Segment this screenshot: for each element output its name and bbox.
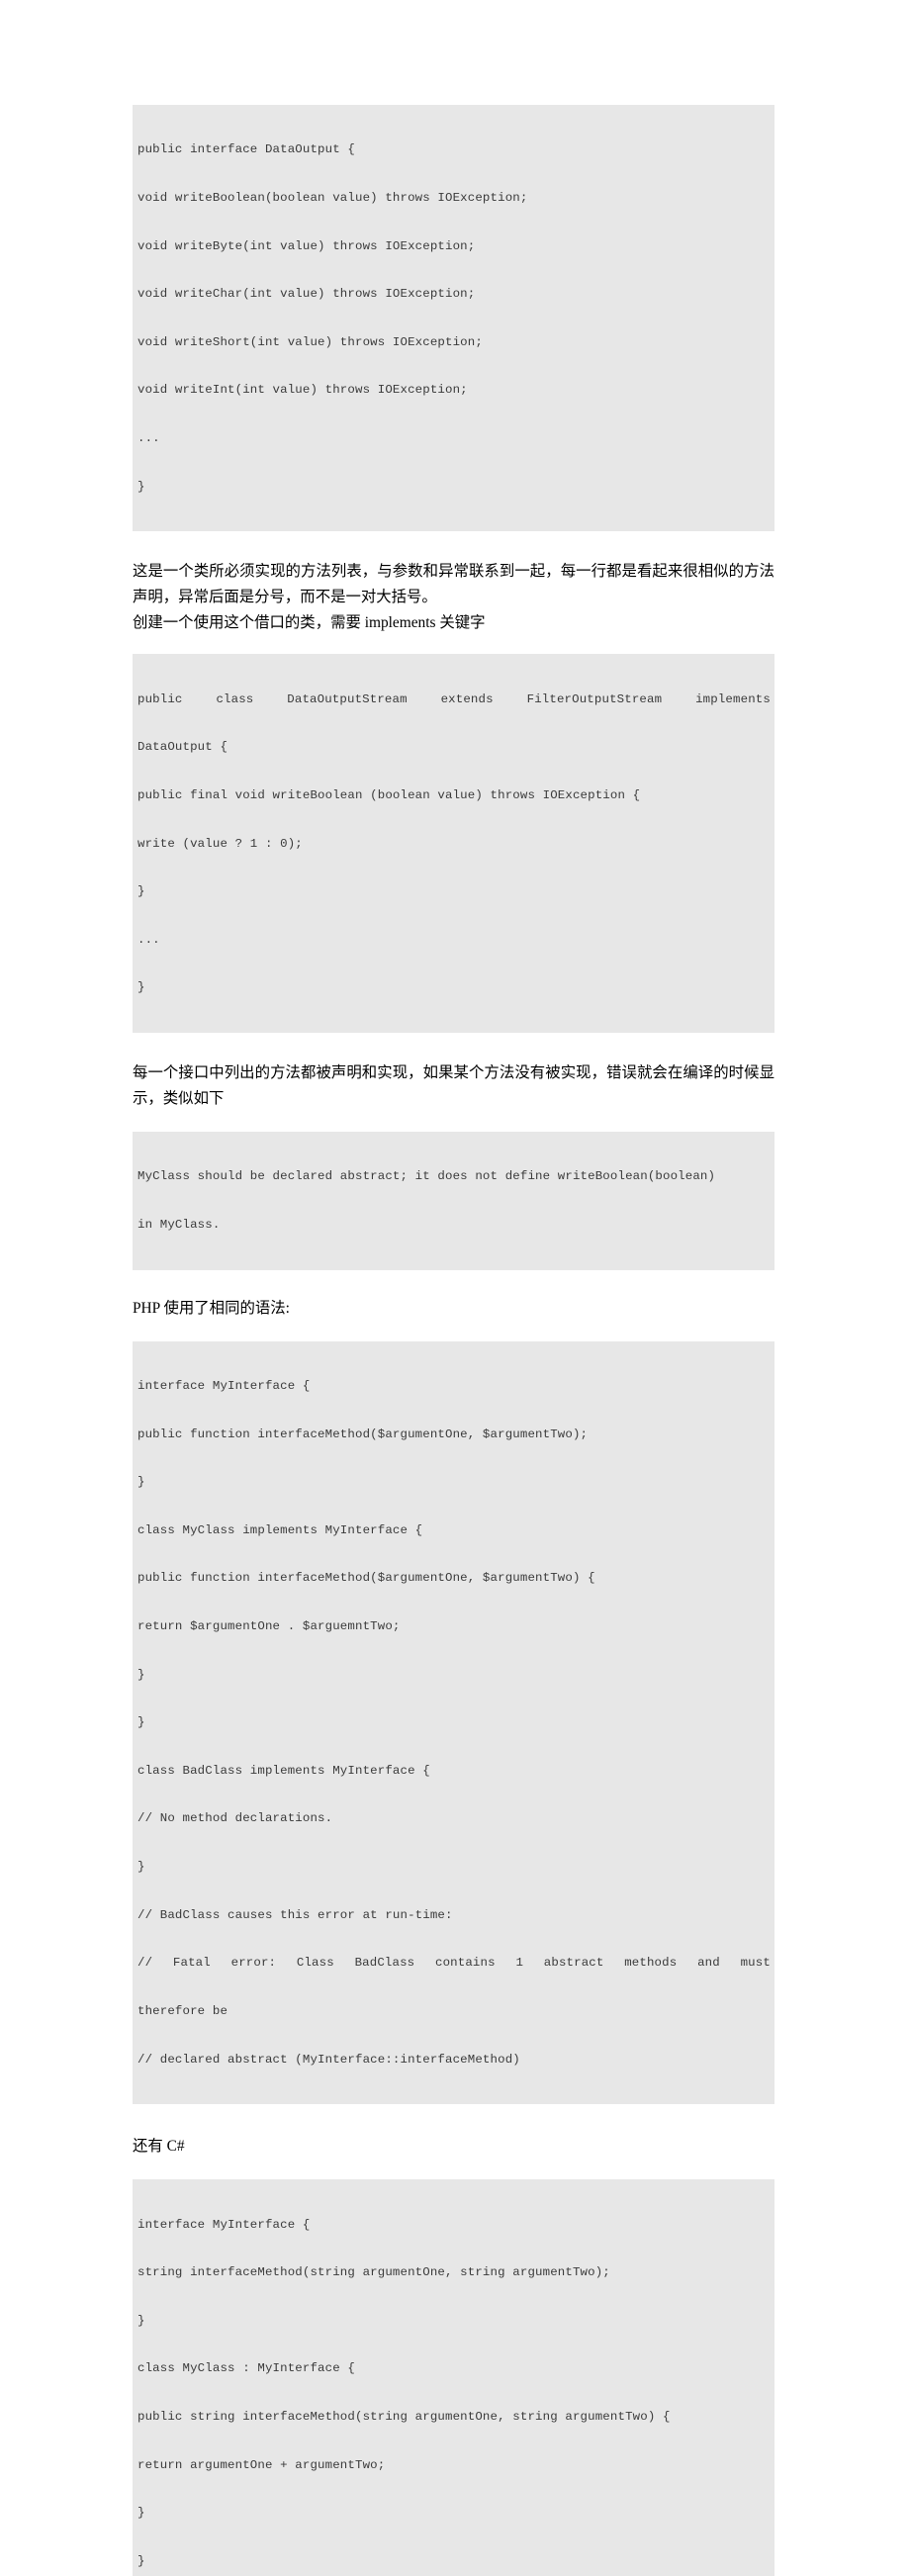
code-block-java-implementation: public class DataOutputStream extends Fi… <box>133 654 774 1033</box>
code-line: ... <box>137 431 160 446</box>
code-line: } <box>137 884 145 899</box>
code-line: class BadClass implements MyInterface { <box>137 1763 430 1778</box>
paragraph-php-heading: PHP 使用了相同的语法: <box>133 1299 290 1317</box>
paragraph-implements-keyword: 创建一个使用这个借口的类，需要 implements 关键字 <box>133 614 486 632</box>
code-line: return argumentOne + argumentTwo; <box>137 2457 386 2472</box>
code-line: } <box>137 1860 145 1875</box>
code-line: public interface DataOutput { <box>137 142 355 157</box>
code-line: void writeByte(int value) throws IOExcep… <box>137 238 476 253</box>
code-token: class <box>216 691 254 706</box>
code-line: in MyClass. <box>137 1217 221 1232</box>
document-content: public interface DataOutput { void write… <box>133 0 774 2576</box>
code-line: void writeBoolean(boolean value) throws … <box>137 191 528 206</box>
code-line: return $argumentOne . $arguemntTwo; <box>137 1619 401 1634</box>
paragraph-method-list-description: 这是一个类所必须实现的方法列表，与参数和异常联系到一起，每一行都是看起来很相似的… <box>133 563 774 606</box>
document-page: public interface DataOutput { void write… <box>0 0 910 2576</box>
code-block-java-interface: public interface DataOutput { void write… <box>133 105 774 532</box>
code-line: MyClass should be declared abstract; it … <box>137 1169 716 1184</box>
code-line: } <box>137 1475 145 1490</box>
code-line: } <box>137 479 145 494</box>
code-token: error: <box>230 1956 277 1971</box>
code-line: void writeShort(int value) throws IOExce… <box>137 334 483 349</box>
code-line: DataOutput { <box>137 740 228 755</box>
code-line: } <box>137 2313 145 2328</box>
code-line: public function interfaceMethod($argumen… <box>137 1571 595 1586</box>
code-token: Fatal <box>172 1956 211 1971</box>
code-token: and <box>697 1956 720 1971</box>
code-line: therefore be <box>137 2003 228 2018</box>
code-token: abstract <box>543 1956 604 1971</box>
paragraph-csharp-heading: 还有 C# <box>133 2138 185 2156</box>
code-token: // <box>137 1956 153 1971</box>
code-line: } <box>137 1715 145 1730</box>
code-line: interface MyInterface { <box>137 1378 311 1393</box>
code-token: BadClass <box>354 1956 415 1971</box>
code-token: DataOutputStream <box>287 691 408 706</box>
code-block-java-error: MyClass should be declared abstract; it … <box>133 1131 774 1270</box>
code-line: // BadClass causes this error at run-tim… <box>137 1907 453 1922</box>
top-margin-spacer <box>133 0 774 105</box>
code-line: void writeInt(int value) throws IOExcept… <box>137 383 468 398</box>
code-token: 1 <box>515 1956 524 1971</box>
paragraph-interface-implementation-note: 每一个接口中列出的方法都被声明和实现，如果某个方法没有被实现，错误就会在编译的时… <box>133 1063 774 1107</box>
code-line: void writeChar(int value) throws IOExcep… <box>137 287 476 302</box>
code-line: // declared abstract (MyInterface::inter… <box>137 2052 520 2067</box>
code-line-justified: // Fatal error: Class BadClass contains … <box>137 1955 771 1971</box>
code-line: public final void writeBoolean (boolean … <box>137 787 641 802</box>
code-line: public string interfaceMethod(string arg… <box>137 2409 671 2424</box>
code-token: must <box>740 1956 771 1971</box>
code-token: extends <box>440 691 494 706</box>
code-token: FilterOutputStream <box>526 691 663 706</box>
code-line: class MyClass : MyInterface { <box>137 2361 355 2376</box>
code-token: methods <box>624 1956 678 1971</box>
code-token: Class <box>296 1956 334 1971</box>
code-line-justified: public class DataOutputStream extends Fi… <box>137 691 771 707</box>
code-line: } <box>137 2553 145 2568</box>
code-token: public <box>137 691 183 706</box>
code-line: string interfaceMethod(string argumentOn… <box>137 2265 610 2280</box>
code-line: public function interfaceMethod($argumen… <box>137 1426 589 1441</box>
code-token: implements <box>695 691 771 706</box>
code-line: interface MyInterface { <box>137 2217 311 2232</box>
code-block-php: interface MyInterface { public function … <box>133 1340 774 2105</box>
code-token: contains <box>435 1956 496 1971</box>
code-line: } <box>137 2506 145 2521</box>
code-line: class MyClass implements MyInterface { <box>137 1522 423 1537</box>
code-line: // No method declarations. <box>137 1811 333 1826</box>
code-line: } <box>137 1667 145 1682</box>
code-block-csharp: interface MyInterface { string interface… <box>133 2179 774 2576</box>
code-line: write (value ? 1 : 0); <box>137 836 303 851</box>
code-line: } <box>137 980 145 995</box>
code-line: ... <box>137 932 160 947</box>
